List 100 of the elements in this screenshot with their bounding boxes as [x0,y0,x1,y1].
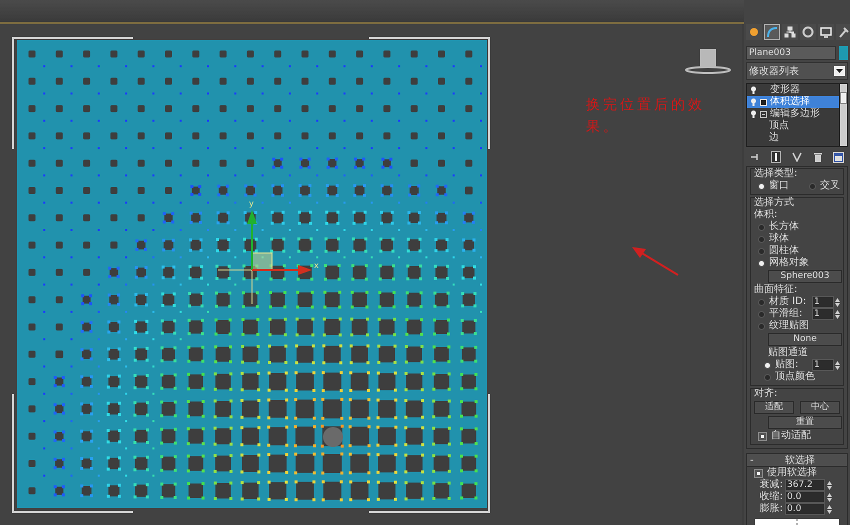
radio-option[interactable]: 顶点颜色 [760,371,815,383]
radio-label: 球体 [769,233,789,244]
mesh-object-button[interactable]: Sphere003 [768,270,842,283]
light-bulb-icon[interactable] [750,86,757,94]
spinner-label: 衰减: [760,479,783,490]
spinner-arrows-icon[interactable] [835,298,840,306]
sphere-object-drawing [323,427,343,447]
radio-label: 平滑组: [769,308,802,320]
radio-button[interactable] [764,374,771,380]
spinner-arrows-icon[interactable] [835,310,840,318]
view-cube-icon[interactable] [685,49,731,74]
reset-button[interactable]: 重置 [768,416,842,429]
spinner-label: 收缩: [760,491,783,502]
radio-label: 顶点颜色 [775,371,815,383]
object-name-field[interactable]: Plane003 [746,46,836,60]
arc-tab[interactable] [764,24,780,40]
spinner-arrows-icon[interactable] [827,492,832,502]
radio-option[interactable]: 材质 ID: [754,296,806,308]
spinner-field[interactable]: 1 [812,359,834,371]
modifier-stack-item[interactable]: 体积选择 [747,96,839,108]
tree-icon [784,26,796,38]
rollout-header[interactable]: - 软选择 [747,454,847,467]
radio-option[interactable]: 网格对象 [754,257,840,269]
hammer-tab[interactable] [836,24,850,40]
radio-button[interactable] [758,182,765,190]
checkbox-option[interactable]: 使用软选择 [750,467,844,479]
radio-label: 长方体 [769,221,799,232]
checkbox[interactable] [754,468,763,478]
spinner-label: 膨胀: [760,503,783,515]
spinner-arrows-icon[interactable] [827,504,832,514]
radio-label: 网格对象 [769,257,809,269]
fit-button[interactable]: 适配 [754,401,794,414]
radio-label: 纹理贴图 [769,320,809,332]
group-title: 选择方式 [754,197,795,209]
tree-tab[interactable] [782,24,798,40]
texture-map-button[interactable]: None [768,333,842,346]
center-button[interactable]: 中心 [800,401,840,414]
radio-option[interactable]: 平滑组: [754,308,802,320]
spinner-field[interactable]: 367.2 [785,479,825,491]
collapse-icon[interactable] [760,110,767,118]
collapse-sign: - [750,454,755,466]
annotation-text: 换完位置后的效果。 [586,96,706,137]
modifier-stack-item[interactable]: 编辑多边形 [747,108,839,120]
radio-button[interactable] [758,298,765,306]
spinner-field[interactable]: 1 [812,296,834,308]
checkbox[interactable] [758,432,767,440]
light-bulb-icon[interactable] [750,110,757,118]
scrollbar[interactable] [839,84,847,146]
hammer-icon [838,26,850,38]
square-icon [760,98,767,106]
checkbox-label: 使用软选择 [767,467,817,478]
annotation-arrow [632,247,679,276]
radio-option[interactable]: 交叉 [805,180,840,192]
checkbox-label: 自动适配 [771,430,811,442]
spinner-field[interactable]: 1 [812,308,834,320]
group-title: 对齐: [754,388,778,400]
radio-label: 贴图: [775,359,798,370]
rollout-title: 软选择 [784,454,816,466]
radio-label: 材质 ID: [769,296,806,308]
group-title: 选择类型: [754,168,798,180]
spinner-arrows-icon[interactable] [827,480,832,490]
radio-button[interactable] [758,260,765,266]
radio-button[interactable] [809,182,816,190]
monitor-tab[interactable] [818,24,834,40]
spinner-arrows-icon[interactable] [835,360,840,370]
caret-icon [834,66,845,76]
radio-label: 交叉 [820,180,840,192]
radio-label: 窗口 [769,180,789,192]
sub-object-level-item[interactable]: 边 [747,132,839,144]
radio-option[interactable]: 纹理贴图 [754,320,809,332]
axis-label: y [249,199,254,208]
section-label: 体积: [754,209,778,220]
object-color-swatch[interactable] [839,46,848,60]
spinner-field[interactable]: 0.0 [785,491,825,503]
section-label: 曲面特征: [754,284,798,296]
monitor-icon [820,26,832,38]
move-gizmo-drawing[interactable] [218,210,312,304]
radio-option[interactable]: 球体 [754,233,840,245]
pin-icon[interactable] [750,152,760,162]
section-label: 贴图通道 [767,347,809,358]
radio-option[interactable]: 长方体 [754,221,840,233]
sub-object-level-item[interactable]: 顶点 [747,120,839,132]
radio-option[interactable]: 圆柱体 [754,245,840,257]
radio-option[interactable]: 窗口 [754,180,789,192]
radio-button[interactable] [764,362,771,368]
sun-tab[interactable] [746,24,762,40]
radio-option[interactable]: 贴图: [760,359,798,371]
spinner-field[interactable]: 0.0 [785,503,825,515]
checkbox-option[interactable]: 自动适配 [754,430,840,442]
radio-button[interactable] [758,224,765,230]
delete-icon[interactable] [814,152,822,162]
disc-tab[interactable] [800,24,816,40]
radio-button[interactable] [758,310,765,318]
axis-label: x [314,261,319,270]
radio-button[interactable] [758,322,765,330]
arc-icon [766,26,778,38]
modifier-stack-item[interactable]: 变形器 [747,84,839,96]
radio-button[interactable] [758,236,765,242]
modifier-list-dropdown[interactable]: 修改器列表 [746,62,848,80]
radio-button[interactable] [758,248,765,254]
